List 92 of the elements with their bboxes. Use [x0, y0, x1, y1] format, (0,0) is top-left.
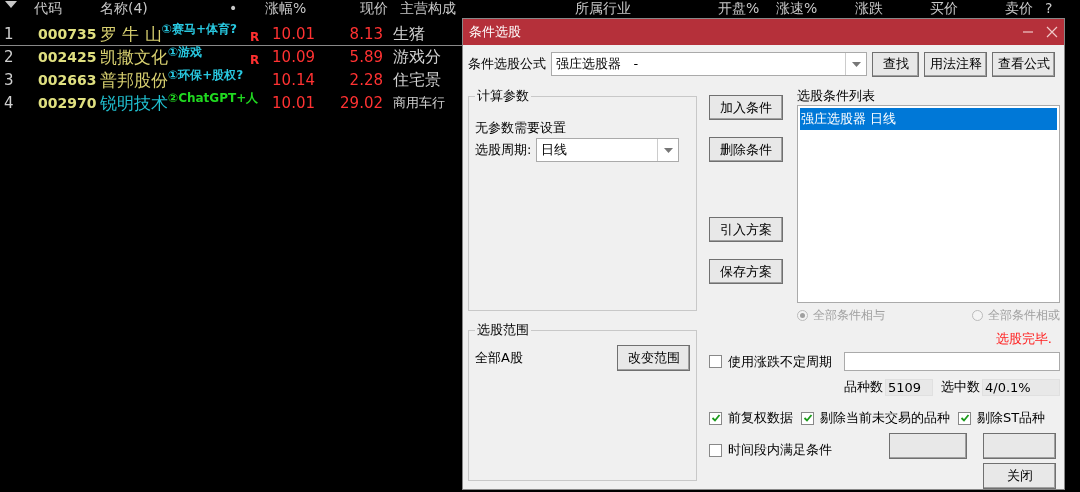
checkbox[interactable]	[709, 355, 722, 368]
list-label: 选股条件列表	[797, 87, 876, 105]
column-header[interactable]: •	[229, 1, 265, 16]
row-number: 1	[3, 25, 15, 43]
caret-icon	[663, 147, 673, 153]
column-header[interactable]: 所属行业	[575, 1, 718, 16]
price: 5.89	[348, 48, 383, 66]
stock-code: 002663	[37, 72, 98, 88]
stock-tag: ②ChatGPT+人	[168, 92, 259, 105]
change-percent: 10.01	[271, 25, 315, 43]
row-number: 3	[3, 71, 15, 89]
params-note: 无参数需要设置	[475, 119, 567, 137]
checkbox-label: 前复权数据	[728, 409, 793, 427]
range-value: 全部A股	[475, 349, 523, 367]
close-icon[interactable]	[1046, 26, 1058, 38]
group-title: 选股范围	[476, 321, 530, 339]
sort-icon[interactable]	[5, 1, 17, 9]
price: 8.13	[348, 25, 383, 43]
price: 29.02	[339, 94, 383, 112]
field-label: 选股周期:	[475, 141, 532, 159]
stock-code: 002970	[37, 95, 98, 111]
radio-button[interactable]	[797, 310, 808, 321]
count-value: 5109	[885, 378, 933, 396]
column-header[interactable]: 卖价	[1005, 1, 1045, 16]
checkbox-label: 时间段内满足条件	[728, 441, 832, 459]
change-percent: 10.14	[271, 71, 315, 89]
group-title: 计算参数	[476, 87, 530, 105]
period-dropdown[interactable]: 日线	[536, 138, 680, 162]
dialog-button[interactable]: 引入方案	[709, 217, 783, 242]
checkbox[interactable]	[958, 411, 971, 425]
formula-dropdown[interactable]: 强庄选股器 -	[551, 52, 867, 76]
checkbox-label: 剔除ST品种	[977, 409, 1046, 427]
status-text: 选股完毕.	[995, 330, 1052, 348]
column-header[interactable]: 开盘%	[718, 1, 776, 16]
column-header[interactable]: 涨跌	[855, 1, 930, 16]
dialog-button[interactable]: 查找	[872, 51, 919, 77]
count-value: 4/0.1%	[982, 378, 1060, 396]
dialog-button[interactable]: 保存方案	[709, 259, 783, 284]
column-header[interactable]: 现价	[335, 1, 400, 16]
field-label: 条件选股公式	[468, 55, 546, 73]
column-header[interactable]: 主营构成	[400, 1, 575, 16]
stock-tag: ①游戏	[168, 46, 203, 59]
check-icon	[710, 413, 721, 423]
list-item[interactable]: 强庄选股器 日线	[800, 108, 1057, 130]
business: 游戏分	[393, 46, 441, 68]
radio-label: 全部条件相或	[988, 307, 1060, 324]
window-title: 条件选股	[469, 23, 521, 41]
row-number: 4	[3, 94, 15, 112]
stock-name: 凯撒文化	[100, 46, 168, 68]
change-percent: 10.01	[271, 94, 315, 112]
caret-icon	[851, 61, 861, 67]
stock-name: 罗 牛 山	[100, 23, 162, 45]
checkbox-label: 剔除当前未交易的品种	[820, 409, 950, 427]
close-button[interactable]: 关闭	[983, 463, 1056, 489]
business: 商用车行	[393, 94, 445, 112]
column-header[interactable]: 涨速%	[776, 1, 855, 16]
column-header[interactable]: ?	[1045, 1, 1075, 16]
blank-button[interactable]	[889, 433, 967, 459]
stock-name: 锐明技术	[100, 93, 168, 114]
stock-code: 000735	[37, 26, 98, 42]
column-header[interactable]: 买价	[930, 1, 1005, 16]
flag-mark: R	[250, 30, 260, 44]
period-input[interactable]	[844, 352, 1060, 371]
stock-code: 002425	[37, 49, 98, 65]
row-number: 2	[3, 48, 15, 66]
check-icon	[959, 413, 970, 423]
dialog-button[interactable]: 查看公式	[992, 51, 1055, 77]
radio-button[interactable]	[972, 310, 983, 321]
count-label: 选中数	[941, 378, 980, 396]
column-header[interactable]: 代码	[34, 1, 100, 16]
checkbox[interactable]	[709, 443, 722, 457]
dialog-button[interactable]: 删除条件	[709, 137, 783, 162]
stock-name: 普邦股份	[100, 70, 168, 91]
change-range-button[interactable]: 改变范围	[617, 345, 690, 371]
checkbox[interactable]	[801, 411, 814, 425]
price: 2.28	[348, 71, 383, 89]
checkbox-label: 使用涨跌不定周期	[728, 352, 832, 371]
dialog-button[interactable]: 加入条件	[709, 95, 783, 120]
business: 住宅景	[393, 69, 441, 91]
flag-mark: R	[250, 53, 260, 67]
checkbox[interactable]	[709, 411, 722, 425]
dialog-button[interactable]: 用法注释	[924, 51, 987, 77]
change-percent: 10.09	[271, 48, 315, 66]
column-header[interactable]: 涨幅%	[265, 1, 335, 16]
stock-tag: ①环保+股权?	[168, 69, 244, 82]
business: 生猪	[393, 23, 425, 45]
check-icon	[802, 413, 813, 423]
radio-label: 全部条件相与	[813, 307, 885, 324]
column-header[interactable]: 名称(4)	[100, 1, 229, 16]
stock-tag: ①赛马+体育?	[161, 23, 237, 36]
count-label: 品种数	[844, 378, 883, 396]
blank-button[interactable]	[983, 433, 1056, 459]
